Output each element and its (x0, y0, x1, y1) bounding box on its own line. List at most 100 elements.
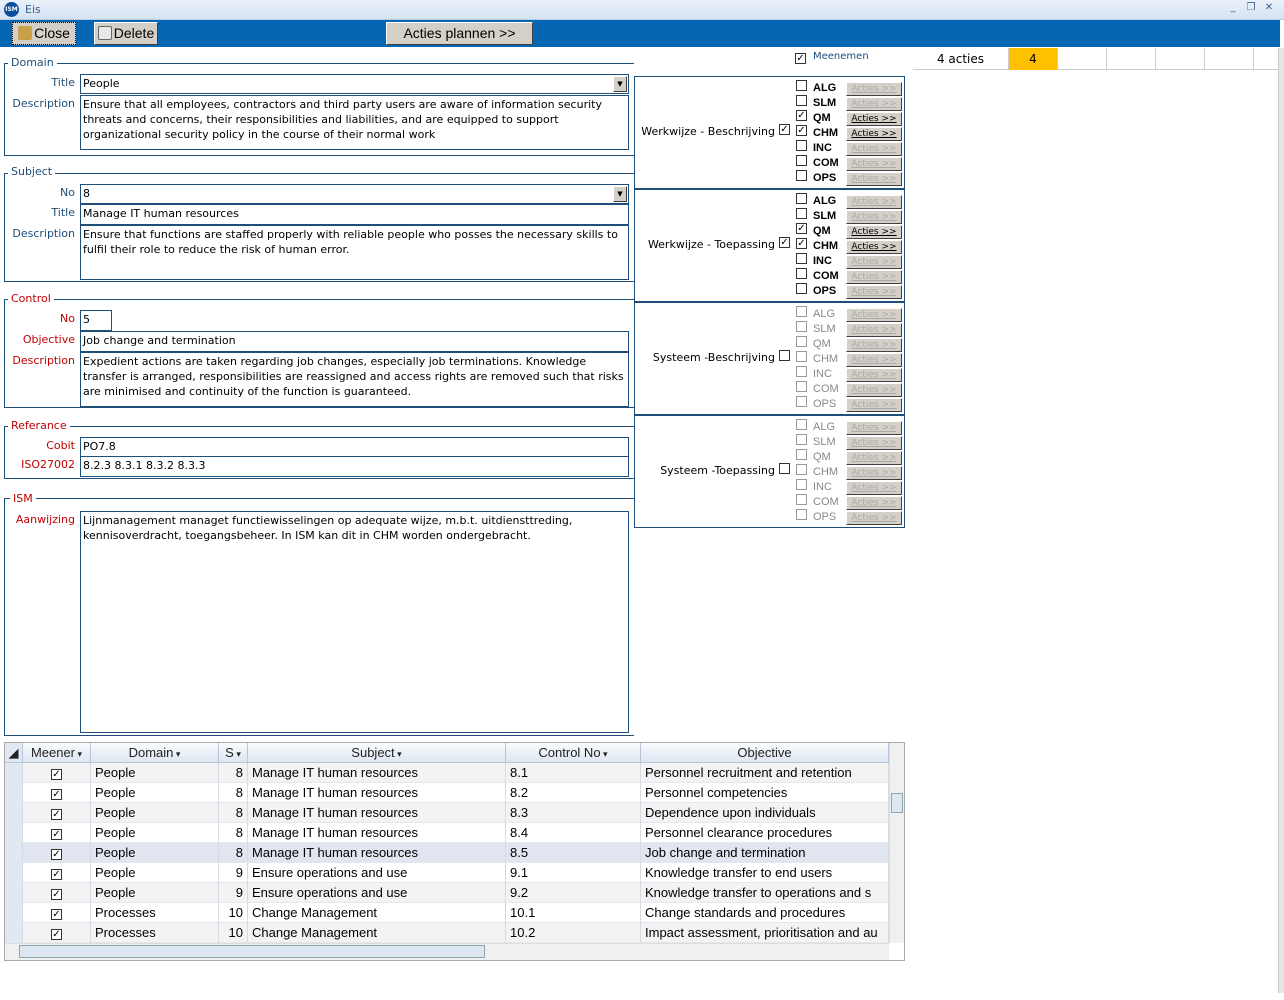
acties-button-ops[interactable]: Acties >> (846, 172, 902, 186)
meener-checkbox[interactable]: ✓ (51, 849, 62, 860)
chevron-down-icon[interactable]: ▼ (613, 186, 627, 202)
group-checkbox[interactable] (779, 463, 790, 474)
chevron-down-icon[interactable]: ▼ (613, 76, 627, 92)
subject-description-field[interactable]: Ensure that functions are staffed proper… (80, 225, 629, 280)
acties-button-com[interactable]: Acties >> (846, 270, 902, 284)
subject-no-select[interactable]: 8 ▼ (80, 184, 629, 204)
acties-button-inc[interactable]: Acties >> (846, 481, 902, 495)
row-selector[interactable] (5, 843, 23, 863)
group-checkbox[interactable]: ✓ (779, 124, 790, 135)
acties-button-inc[interactable]: Acties >> (846, 142, 902, 156)
acties-button-alg[interactable]: Acties >> (846, 195, 902, 209)
select-all-corner[interactable]: ◢ (5, 743, 23, 763)
group-checkbox[interactable]: ✓ (779, 237, 790, 248)
acties-button-com[interactable]: Acties >> (846, 496, 902, 510)
checkbox-chm[interactable]: ✓ (796, 238, 807, 249)
sort-dropdown-icon[interactable]: ▾ (173, 749, 181, 759)
acties-button-qm[interactable]: Acties >> (846, 112, 902, 126)
acties-button-qm[interactable]: Acties >> (846, 338, 902, 352)
sort-dropdown-icon[interactable]: ▾ (601, 749, 608, 759)
control-description-field[interactable]: Expedient actions are taken regarding jo… (80, 352, 629, 407)
delete-button[interactable]: Delete (94, 22, 158, 45)
row-selector[interactable] (5, 923, 23, 943)
subject-title-field[interactable]: Manage IT human resources (80, 204, 629, 225)
sort-dropdown-icon[interactable]: ▾ (75, 749, 83, 759)
domain-title-select[interactable]: People ▼ (80, 74, 629, 94)
column-header-s[interactable]: S ▾ (219, 743, 248, 763)
acties-button-inc[interactable]: Acties >> (846, 255, 902, 269)
meener-checkbox[interactable]: ✓ (51, 869, 62, 880)
acties-button-chm[interactable]: Acties >> (846, 127, 902, 141)
acties-button-alg[interactable]: Acties >> (846, 82, 902, 96)
checkbox-inc[interactable] (796, 140, 807, 151)
meener-checkbox[interactable]: ✓ (51, 929, 62, 940)
meener-checkbox[interactable]: ✓ (51, 829, 62, 840)
column-header-objective[interactable]: Objective (641, 743, 889, 763)
checkbox-com[interactable] (796, 268, 807, 279)
checkbox-ops[interactable] (796, 170, 807, 181)
minimize-icon[interactable]: _ (1226, 2, 1240, 16)
horizontal-scroll-thumb[interactable] (19, 945, 485, 958)
acties-button-chm[interactable]: Acties >> (846, 240, 902, 254)
acties-button-alg[interactable]: Acties >> (846, 308, 902, 322)
acties-button-slm[interactable]: Acties >> (846, 97, 902, 111)
checkbox-alg[interactable] (796, 193, 807, 204)
acties-button-ops[interactable]: Acties >> (846, 285, 902, 299)
acties-button-slm[interactable]: Acties >> (846, 436, 902, 450)
vertical-scroll-thumb[interactable] (891, 793, 903, 813)
meener-checkbox[interactable]: ✓ (51, 809, 62, 820)
meenemen-checkbox[interactable]: ✓ (795, 53, 806, 64)
checkbox-alg[interactable] (796, 80, 807, 91)
restore-icon[interactable]: ❐ (1244, 2, 1258, 16)
acties-button-chm[interactable]: Acties >> (846, 353, 902, 367)
acties-plannen-button[interactable]: Acties plannen >> (386, 22, 533, 45)
acties-button-slm[interactable]: Acties >> (846, 323, 902, 337)
row-selector[interactable] (5, 823, 23, 843)
row-selector[interactable] (5, 803, 23, 823)
acties-button-slm[interactable]: Acties >> (846, 210, 902, 224)
sort-dropdown-icon[interactable]: ▾ (234, 749, 241, 759)
window-scrollbar[interactable] (1278, 48, 1284, 993)
acties-button-qm[interactable]: Acties >> (846, 225, 902, 239)
row-selector[interactable] (5, 883, 23, 903)
iso27002-field[interactable]: 8.2.3 8.3.1 8.3.2 8.3.3 (80, 456, 629, 477)
acties-button-com[interactable]: Acties >> (846, 157, 902, 171)
domain-description-field[interactable]: Ensure that all employees, contractors a… (80, 95, 629, 150)
row-selector[interactable] (5, 903, 23, 923)
checkbox-com[interactable] (796, 155, 807, 166)
checkbox-slm[interactable] (796, 95, 807, 106)
aanwijzing-field[interactable]: Lijnmanagement managet functiewisselinge… (80, 511, 629, 733)
acties-button-inc[interactable]: Acties >> (846, 368, 902, 382)
column-header-subject[interactable]: Subject ▾ (248, 743, 506, 763)
column-header-control[interactable]: Control No ▾ (506, 743, 641, 763)
vertical-scrollbar[interactable] (889, 743, 904, 943)
checkbox-ops[interactable] (796, 283, 807, 294)
row-selector[interactable] (5, 783, 23, 803)
checkbox-slm[interactable] (796, 208, 807, 219)
control-objective-field[interactable]: Job change and termination (80, 331, 629, 352)
acties-button-ops[interactable]: Acties >> (846, 398, 902, 412)
control-no-field[interactable]: 5 (80, 310, 112, 331)
close-window-icon[interactable]: ✕ (1262, 2, 1276, 16)
acties-button-ops[interactable]: Acties >> (846, 511, 902, 525)
cobit-field[interactable]: PO7.8 (80, 437, 629, 457)
meener-checkbox[interactable]: ✓ (51, 769, 62, 780)
close-button[interactable]: Close (12, 22, 76, 45)
checkbox-chm[interactable]: ✓ (796, 125, 807, 136)
column-header-domain[interactable]: Domain ▾ (91, 743, 219, 763)
acties-button-alg[interactable]: Acties >> (846, 421, 902, 435)
group-checkbox[interactable] (779, 350, 790, 361)
acties-button-com[interactable]: Acties >> (846, 383, 902, 397)
checkbox-qm[interactable]: ✓ (796, 223, 807, 234)
acties-button-qm[interactable]: Acties >> (846, 451, 902, 465)
row-selector[interactable] (5, 763, 23, 783)
row-selector[interactable] (5, 863, 23, 883)
column-header-meener[interactable]: Meener ▾ (23, 743, 91, 763)
meener-checkbox[interactable]: ✓ (51, 909, 62, 920)
checkbox-qm[interactable]: ✓ (796, 110, 807, 121)
meener-checkbox[interactable]: ✓ (51, 889, 62, 900)
acties-button-chm[interactable]: Acties >> (846, 466, 902, 480)
sort-dropdown-icon[interactable]: ▾ (395, 749, 402, 759)
checkbox-inc[interactable] (796, 253, 807, 264)
meener-checkbox[interactable]: ✓ (51, 789, 62, 800)
